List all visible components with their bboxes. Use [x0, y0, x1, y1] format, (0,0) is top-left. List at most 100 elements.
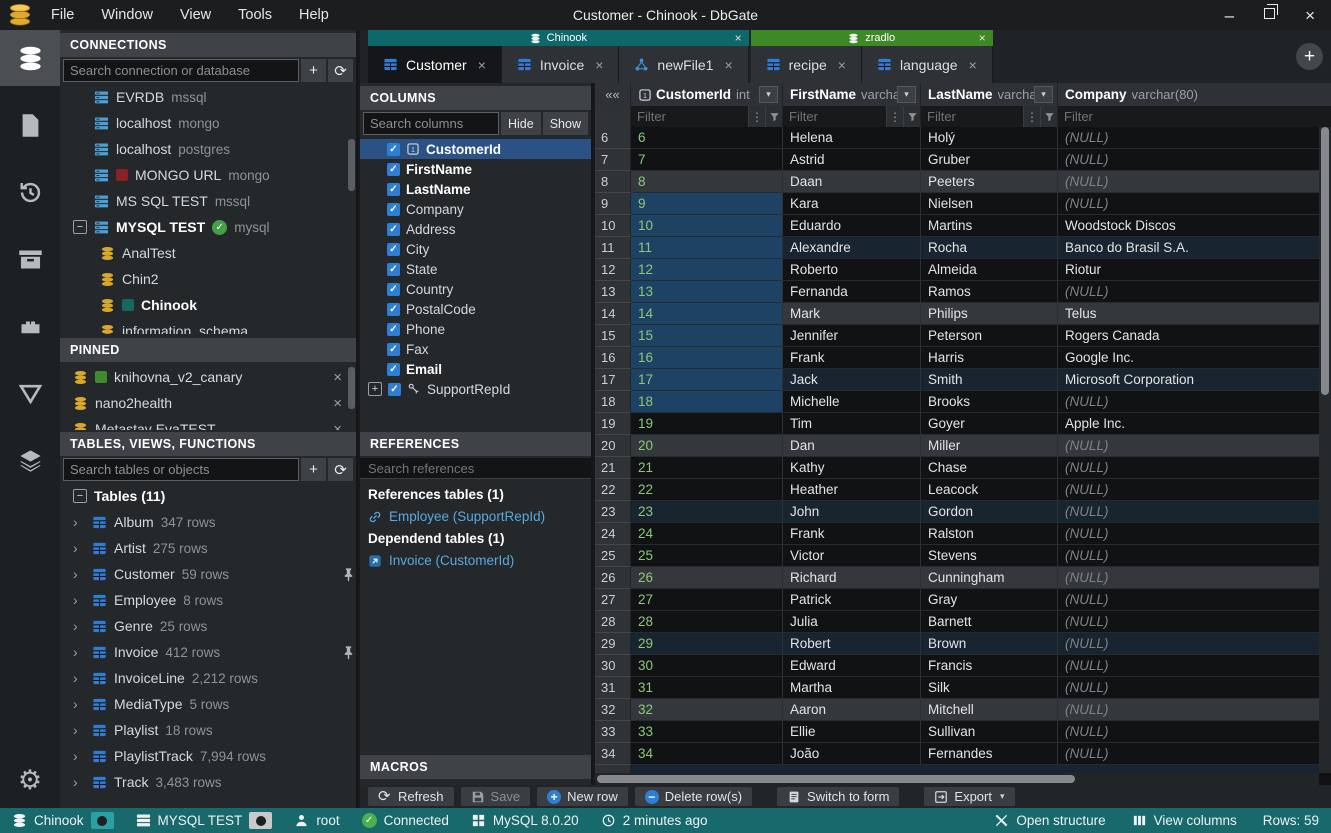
minimize-button[interactable]: –	[1225, 7, 1234, 24]
tab-invoice[interactable]: Invoice×	[502, 46, 620, 83]
table-item-playlisttrack[interactable]: ›PlaylistTrack7,994 rows	[60, 743, 356, 769]
cell-customerid[interactable]: 16	[631, 347, 783, 369]
filter-input-customerid[interactable]	[631, 106, 748, 127]
cell-customerid[interactable]: 34	[631, 743, 783, 765]
row-number[interactable]: 23	[595, 501, 631, 523]
chevron-right-icon[interactable]: ›	[73, 644, 85, 660]
horizontal-scrollbar[interactable]	[595, 773, 1319, 785]
tab-group-header[interactable]: Chinook×	[368, 30, 749, 46]
cell-lastname[interactable]: Mitchell	[921, 699, 1058, 721]
table-item-playlist[interactable]: ›Playlist18 rows	[60, 717, 356, 743]
cell-company[interactable]: Microsoft Corporation	[1058, 369, 1331, 391]
column-item-fax[interactable]: ✓Fax	[360, 339, 591, 359]
cell-lastname[interactable]: Philips	[921, 303, 1058, 325]
cell-lastname[interactable]: Holý	[921, 127, 1058, 149]
row-number[interactable]: 13	[595, 281, 631, 303]
connection-item[interactable]: localhostpostgres	[60, 136, 356, 162]
connections-scrollbar-thumb[interactable]	[348, 139, 355, 191]
cell-company[interactable]: Woodstock Discos	[1058, 215, 1331, 237]
connection-item[interactable]: MS SQL TESTmssql	[60, 188, 356, 214]
filter-input-lastname[interactable]	[921, 106, 1023, 127]
cell-firstname[interactable]: Helena	[783, 127, 921, 149]
cell-firstname[interactable]: Edward	[783, 655, 921, 677]
save-button[interactable]: Save	[461, 787, 531, 806]
filter-input-company[interactable]	[1058, 106, 1331, 127]
cell-lastname[interactable]: Gruber	[921, 149, 1058, 171]
cell-lastname[interactable]: Chase	[921, 457, 1058, 479]
cell-company[interactable]: (NULL)	[1058, 633, 1331, 655]
row-number[interactable]: 17	[595, 369, 631, 391]
cell-firstname[interactable]: Tim	[783, 413, 921, 435]
cell-firstname[interactable]: John	[783, 501, 921, 523]
column-dropdown-icon[interactable]: ▾	[897, 86, 916, 103]
cell-customerid[interactable]: 24	[631, 523, 783, 545]
pinned-item[interactable]: nano2health×	[60, 390, 356, 416]
cell-lastname[interactable]: Cunningham	[921, 567, 1058, 589]
chevron-right-icon[interactable]: ›	[73, 748, 85, 764]
row-number[interactable]: 32	[595, 699, 631, 721]
grid-column-header-company[interactable]: Companyvarchar(80)	[1058, 83, 1331, 106]
column-item-supportrepid[interactable]: +✓SupportRepId	[360, 379, 591, 397]
row-number[interactable]: 31	[595, 677, 631, 699]
cell-lastname[interactable]: Brooks	[921, 391, 1058, 413]
filter-input-firstname[interactable]	[783, 106, 886, 127]
tables-group[interactable]: −Tables (11)	[60, 483, 356, 509]
cell-company[interactable]: Rogers Canada	[1058, 325, 1331, 347]
cell-firstname[interactable]: Roberto	[783, 259, 921, 281]
cell-company[interactable]: (NULL)	[1058, 655, 1331, 677]
chevron-right-icon[interactable]: ›	[73, 514, 85, 530]
column-checkbox[interactable]: ✓	[387, 263, 400, 276]
cell-lastname[interactable]: Sullivan	[921, 721, 1058, 743]
row-number[interactable]: 6	[595, 127, 631, 149]
chevron-right-icon[interactable]: ›	[73, 696, 85, 712]
row-number[interactable]: 24	[595, 523, 631, 545]
rail-settings-icon[interactable]: ⚙	[18, 760, 42, 800]
column-checkbox[interactable]: ✓	[387, 283, 400, 296]
pinned-scrollbar-thumb[interactable]	[348, 367, 355, 409]
cell-company[interactable]: (NULL)	[1058, 567, 1331, 589]
column-checkbox[interactable]: ✓	[387, 203, 400, 216]
row-number[interactable]: 29	[595, 633, 631, 655]
cell-lastname[interactable]: Smith	[921, 369, 1058, 391]
cell-firstname[interactable]: Jennifer	[783, 325, 921, 347]
tables-search-input[interactable]	[63, 458, 299, 481]
cell-firstname[interactable]: Julia	[783, 611, 921, 633]
cell-company[interactable]: Riotur	[1058, 259, 1331, 281]
column-item-postalcode[interactable]: ✓PostalCode	[360, 299, 591, 319]
connection-item[interactable]: information_schema	[60, 318, 356, 334]
filter-menu-icon[interactable]: ⋮	[748, 106, 765, 127]
reference-link[interactable]: Employee (SupportRepId)	[360, 506, 591, 527]
menu-tools[interactable]: Tools	[238, 7, 272, 23]
new-row-button[interactable]: +New row	[537, 787, 628, 806]
cell-customerid[interactable]: 17	[631, 369, 783, 391]
row-number[interactable]: 27	[595, 589, 631, 611]
references-search-input[interactable]	[360, 458, 591, 479]
expand-icon[interactable]: +	[368, 382, 382, 396]
cell-firstname[interactable]: Alexandre	[783, 237, 921, 259]
cell-customerid[interactable]: 8	[631, 171, 783, 193]
table-item-genre[interactable]: ›Genre25 rows	[60, 613, 356, 639]
column-item-address[interactable]: ✓Address	[360, 219, 591, 239]
row-number[interactable]: 19	[595, 413, 631, 435]
database-color-badge[interactable]	[91, 812, 114, 829]
cell-firstname[interactable]: Kathy	[783, 457, 921, 479]
row-number[interactable]: 28	[595, 611, 631, 633]
menu-view[interactable]: View	[180, 7, 211, 23]
column-item-country[interactable]: ✓Country	[360, 279, 591, 299]
close-tab-icon[interactable]: ×	[969, 57, 977, 73]
column-item-city[interactable]: ✓City	[360, 239, 591, 259]
cell-lastname[interactable]: Peeters	[921, 171, 1058, 193]
column-checkbox[interactable]: ✓	[387, 163, 400, 176]
cell-lastname[interactable]: Nielsen	[921, 193, 1058, 215]
row-number[interactable]: 34	[595, 743, 631, 765]
table-item-mediatype[interactable]: ›MediaType5 rows	[60, 691, 356, 717]
cell-customerid[interactable]: 23	[631, 501, 783, 523]
column-checkbox[interactable]: ✓	[387, 143, 400, 156]
cell-lastname[interactable]: Peterson	[921, 325, 1058, 347]
cell-customerid[interactable]: 19	[631, 413, 783, 435]
cell-customerid[interactable]: 6	[631, 127, 783, 149]
cell-lastname[interactable]: Fernandes	[921, 743, 1058, 765]
cell-firstname[interactable]: Dan	[783, 435, 921, 457]
cell-firstname[interactable]: Astrid	[783, 149, 921, 171]
row-number[interactable]: 22	[595, 479, 631, 501]
